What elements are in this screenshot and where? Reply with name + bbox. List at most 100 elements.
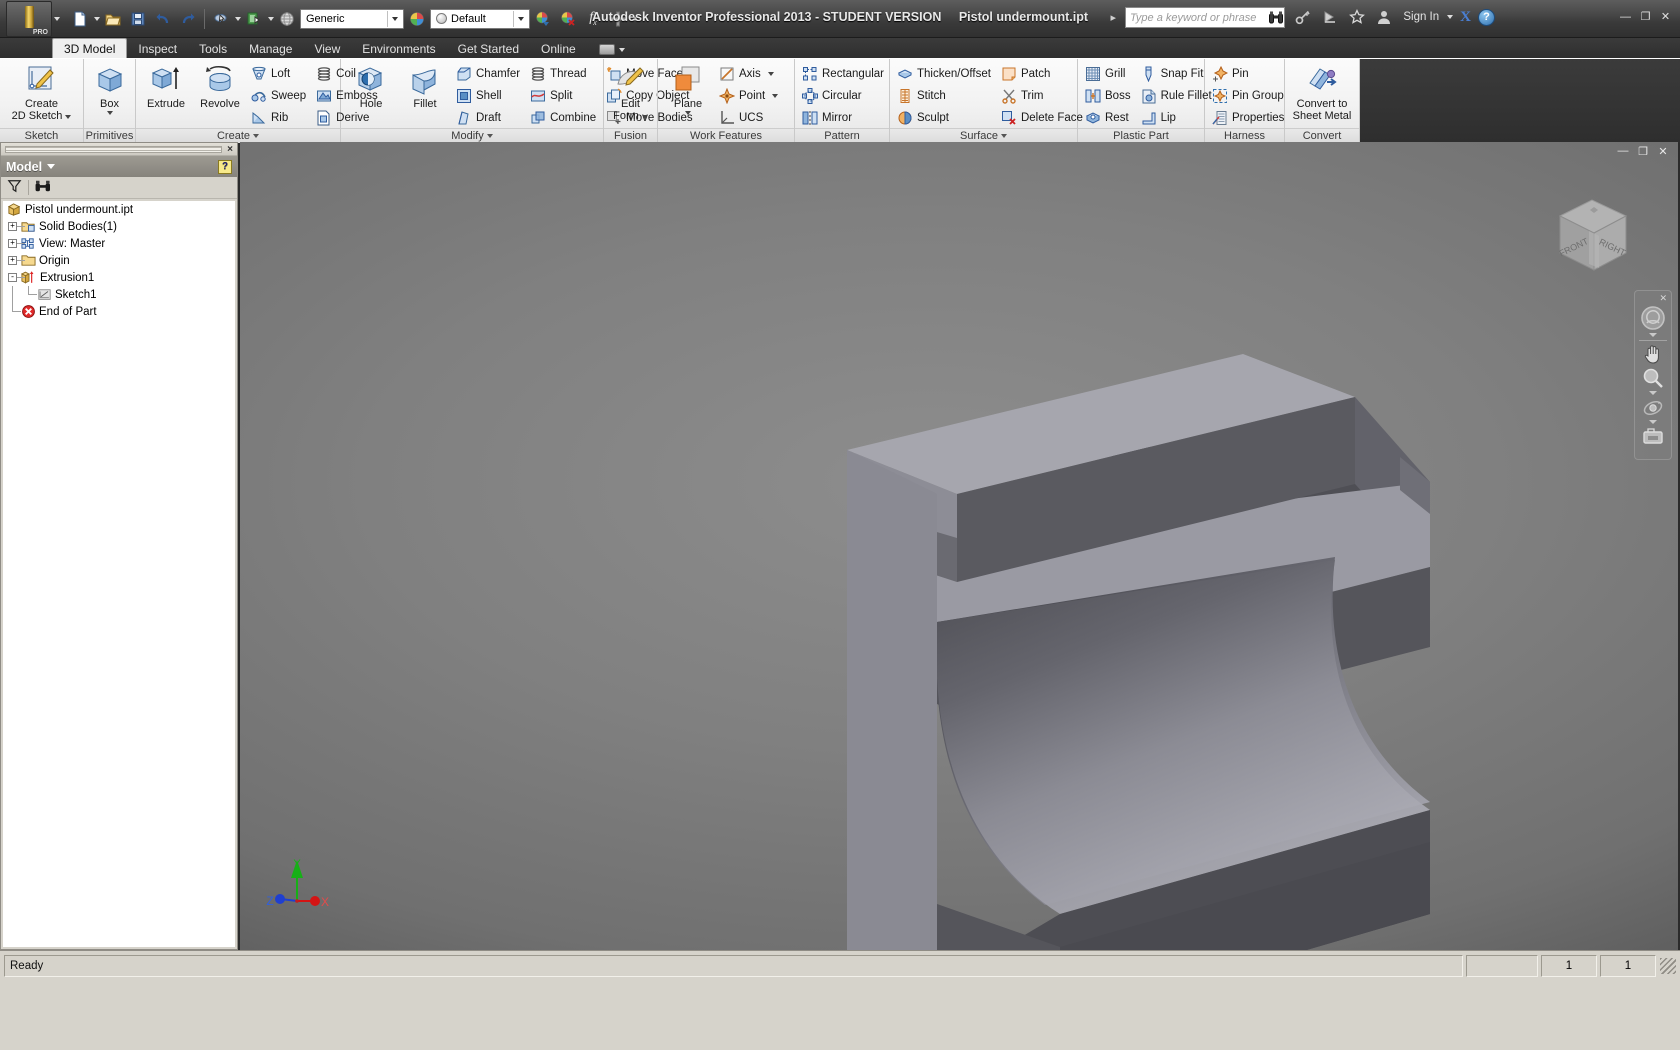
point-chevron-icon[interactable] [772, 93, 779, 98]
trim-button[interactable]: Trim [998, 85, 1088, 106]
rest-button[interactable]: Rest [1082, 107, 1136, 128]
browser-help-icon[interactable]: ? [218, 159, 232, 174]
tree-node-part[interactable]: Pistol undermount.ipt [3, 201, 235, 218]
grill-button[interactable]: Grill [1082, 63, 1136, 84]
minimize-window-button[interactable]: — [1617, 9, 1634, 24]
look-at-icon[interactable] [1636, 426, 1670, 446]
pin-button[interactable]: Pin [1209, 63, 1289, 84]
rib-button[interactable]: Rib [248, 107, 311, 128]
box-chevron-icon[interactable] [106, 111, 113, 115]
select-chevron-icon[interactable] [235, 16, 241, 21]
subscription-dish-icon[interactable] [1320, 6, 1340, 28]
sign-in-label[interactable]: Sign In [1403, 11, 1439, 23]
tree-expander-extrusion1[interactable]: - [5, 269, 25, 286]
orbit-chevron-icon[interactable] [1649, 420, 1657, 424]
tree-node-end-of-part[interactable]: End of Part [3, 303, 235, 320]
browser-header[interactable]: Model ? [1, 155, 237, 177]
tree-node-extrusion1[interactable]: - Extrusion1 [3, 269, 235, 286]
return-button[interactable] [242, 7, 266, 31]
pan-hand-icon[interactable] [1636, 342, 1670, 366]
help-icon[interactable]: ? [1478, 8, 1495, 26]
revolve-button[interactable]: Revolve [194, 62, 246, 112]
box-button[interactable]: Box [84, 62, 136, 117]
save-button[interactable] [126, 7, 150, 31]
tab-online[interactable]: Online [530, 39, 587, 58]
patch-button[interactable]: Patch [998, 63, 1088, 84]
axis-button[interactable]: Axis [716, 63, 783, 84]
appearance-combo[interactable]: Default [430, 8, 530, 29]
mirror-button[interactable]: Mirror [799, 107, 889, 128]
redo-button[interactable] [176, 7, 200, 31]
return-chevron-icon[interactable] [268, 16, 274, 21]
graphics-viewport[interactable]: — ❐ ✕ FRONT RIGHT ✕ Y X Z [240, 142, 1678, 950]
filter-icon[interactable] [7, 179, 22, 196]
loft-button[interactable]: Loft [248, 63, 311, 84]
ribbon-minimize-icon[interactable] [598, 44, 615, 55]
pin-group-button[interactable]: Pin Group [1209, 85, 1289, 106]
tab-view[interactable]: View [303, 39, 351, 58]
chamfer-button[interactable]: Chamfer [453, 63, 525, 84]
stitch-button[interactable]: Stitch [894, 85, 996, 106]
convert-to-sheet-metal-button[interactable]: Convert to Sheet Metal [1289, 62, 1355, 124]
create-2d-sketch-chevron-icon[interactable] [65, 114, 72, 119]
steering-wheel-chevron-icon[interactable] [1649, 333, 1657, 337]
browser-dropdown-chevron-icon[interactable] [47, 164, 56, 169]
sweep-button[interactable]: Sweep [248, 85, 311, 106]
tab-inspect[interactable]: Inspect [127, 39, 188, 58]
open-file-button[interactable] [101, 7, 125, 31]
application-menu-chevron-icon[interactable] [54, 16, 60, 21]
maximize-window-button[interactable]: ❐ [1637, 9, 1654, 24]
model-tree[interactable]: Pistol undermount.ipt + Solid Bodies(1) … [3, 201, 235, 947]
tab-get-started[interactable]: Get Started [447, 39, 530, 58]
plane-button[interactable]: Plane [662, 62, 714, 117]
draft-button[interactable]: Draft [453, 107, 525, 128]
new-file-chevron-icon[interactable] [94, 16, 100, 21]
search-input[interactable]: Type a keyword or phrase [1125, 7, 1285, 28]
steering-wheel-icon[interactable] [1636, 304, 1670, 332]
browser-drag-handle[interactable]: × [1, 143, 237, 155]
zoom-chevron-icon[interactable] [1649, 391, 1657, 395]
fillet-button[interactable]: Fillet [399, 62, 451, 112]
material-browser-button[interactable] [405, 7, 429, 31]
resize-grip-icon[interactable] [1660, 958, 1676, 974]
tree-expander-origin[interactable]: + [5, 252, 25, 269]
browser-close-button[interactable]: × [227, 144, 233, 155]
tree-expander-view-master[interactable]: + [5, 235, 25, 252]
navbar-close-button[interactable]: ✕ [1659, 293, 1667, 304]
undo-button[interactable] [151, 7, 175, 31]
hole-button[interactable]: Hole [345, 62, 397, 112]
properties-button[interactable]: Properties [1209, 107, 1289, 128]
tab-tools[interactable]: Tools [188, 39, 238, 58]
ribbon-options-chevron-icon[interactable] [618, 47, 625, 52]
customize-qat-chevron-icon[interactable] [632, 16, 638, 21]
adjust-appearance-button[interactable] [531, 7, 555, 31]
boss-button[interactable]: Boss [1082, 85, 1136, 106]
parameters-button[interactable]: fx [581, 7, 605, 31]
help-key-icon[interactable] [1293, 6, 1313, 28]
close-window-button[interactable]: ✕ [1657, 9, 1674, 24]
exchange-apps-icon[interactable]: X [1460, 9, 1471, 26]
rectangular-pattern-button[interactable]: Rectangular [799, 63, 889, 84]
plane-chevron-icon[interactable] [685, 111, 691, 115]
shell-button[interactable]: Shell [453, 85, 525, 106]
tree-node-sketch1[interactable]: Sketch1 [3, 286, 235, 303]
axis-chevron-icon[interactable] [767, 71, 774, 76]
sign-in-chevron-icon[interactable] [1447, 15, 1454, 19]
user-account-icon[interactable] [1374, 6, 1394, 28]
create-2d-sketch-button[interactable]: Create 2D Sketch [7, 62, 77, 124]
search-binoculars-icon[interactable] [1266, 6, 1286, 28]
tree-node-view-master[interactable]: + View: Master [3, 235, 235, 252]
circular-pattern-button[interactable]: Circular [799, 85, 889, 106]
point-button[interactable]: Point [716, 85, 783, 106]
tree-expander-solid-bodies[interactable]: + [5, 218, 25, 235]
tab-environments[interactable]: Environments [351, 39, 446, 58]
split-button[interactable]: Split [527, 85, 601, 106]
extrude-button[interactable]: Extrude [140, 62, 192, 112]
thicken-offset-button[interactable]: Thicken/Offset [894, 63, 996, 84]
panel-modify-expand-icon[interactable] [486, 134, 493, 138]
zoom-magnifier-icon[interactable] [1636, 366, 1670, 390]
edit-form-button[interactable]: Edit Form [605, 62, 657, 124]
tree-node-solid-bodies[interactable]: + Solid Bodies(1) [3, 218, 235, 235]
appearance-combo-chevron-icon[interactable] [513, 10, 527, 27]
thread-button[interactable]: Thread [527, 63, 601, 84]
